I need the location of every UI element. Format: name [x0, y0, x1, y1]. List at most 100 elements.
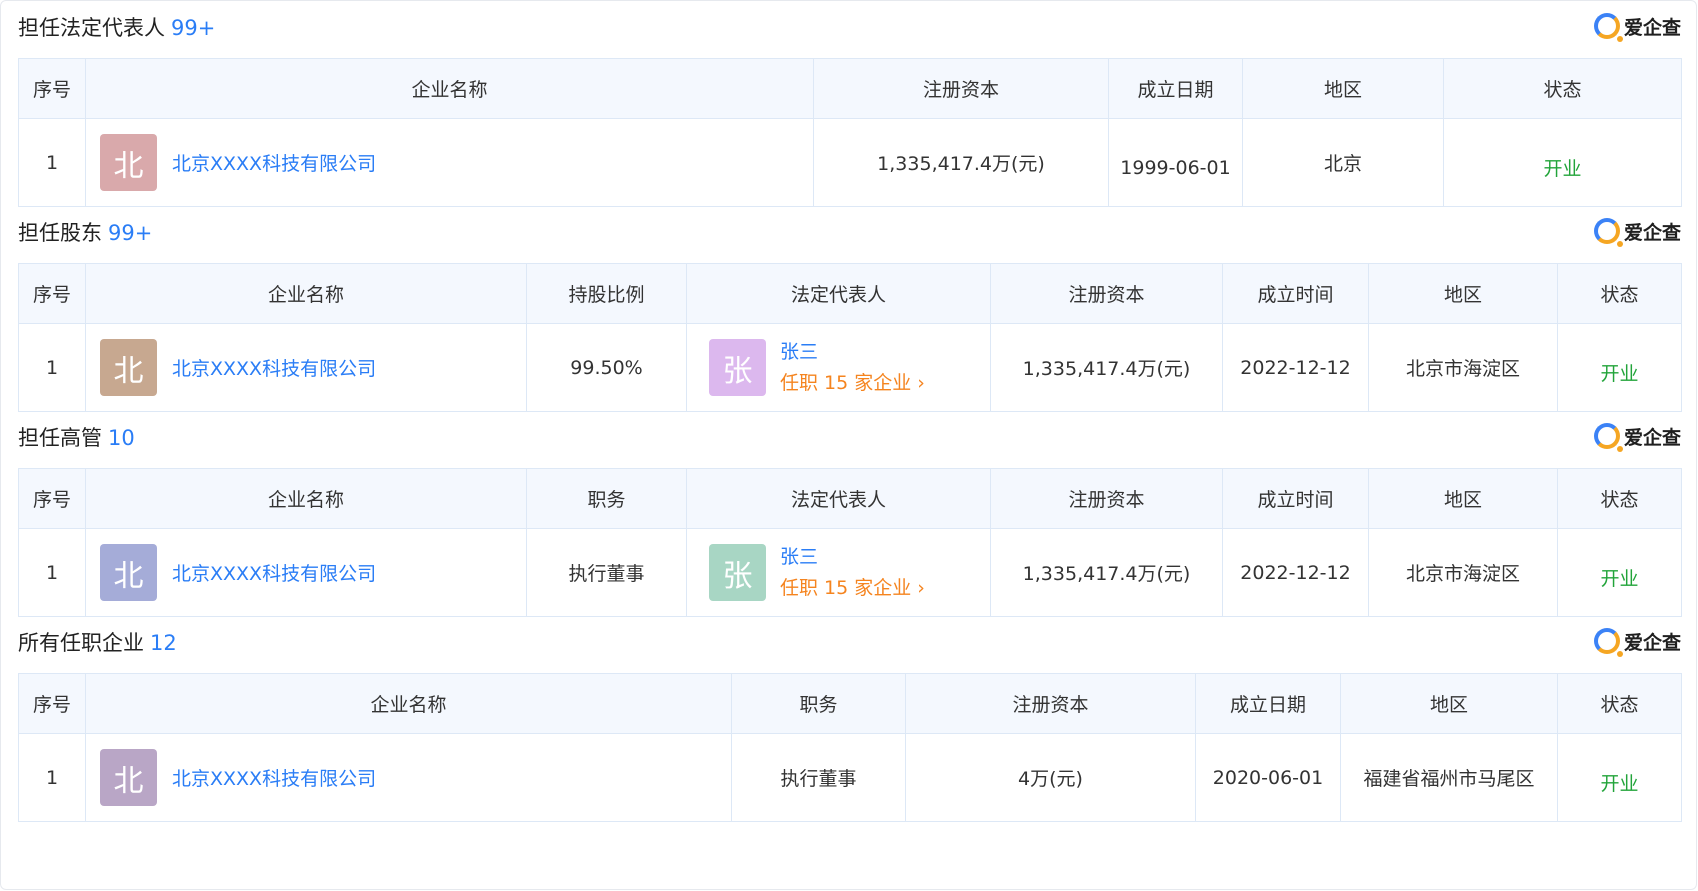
status-cell: 开业: [1443, 118, 1682, 207]
table-header-row: 序号 企业名称 持股比例 法定代表人 注册资本 成立时间 地区 状态: [18, 263, 1682, 324]
col-capital: 注册资本: [813, 58, 1109, 119]
section-title: 担任高管 10: [18, 422, 135, 452]
col-index: 序号: [18, 263, 86, 324]
section-all-positions: 所有任职企业 12 爱企查 序号 企业名称 职务 注册资本 成立日期 地区 状态 …: [18, 615, 1682, 822]
company-avatar[interactable]: 北: [100, 339, 157, 396]
person-avatar[interactable]: 张: [709, 339, 766, 396]
col-date: 成立时间: [1222, 468, 1369, 529]
capital-cell: 1,335,417.4万(元): [990, 528, 1223, 617]
company-cell: 北 北京XXXX科技有限公司: [85, 323, 527, 412]
aiqicha-logo-icon: [1593, 13, 1623, 42]
status-cell: 开业: [1557, 733, 1682, 822]
company-avatar[interactable]: 北: [100, 749, 157, 806]
row-index: 1: [18, 323, 86, 412]
person-jobs-link[interactable]: 任职 15 家企业 ›: [780, 368, 925, 399]
section-count: 99+: [171, 16, 216, 40]
person-avatar[interactable]: 张: [709, 544, 766, 601]
col-status: 状态: [1443, 58, 1682, 119]
section-header: 担任高管 10 爱企查: [18, 410, 1681, 468]
person-jobs-link[interactable]: 任职 15 家企业 ›: [780, 573, 925, 604]
section-title: 所有任职企业 12: [18, 627, 177, 657]
section-title-text: 担任法定代表人: [18, 16, 165, 40]
capital-cell: 4万(元): [905, 733, 1196, 822]
table-row: 1 北 北京XXXX科技有限公司 执行董事 张 张三 任职 15 家企业 › 1…: [18, 528, 1682, 617]
table-header-row: 序号 企业名称 注册资本 成立日期 地区 状态: [18, 58, 1682, 119]
status-badge: 开业: [1543, 158, 1582, 180]
brand-logo[interactable]: 爱企查: [1593, 627, 1681, 657]
person-name-link[interactable]: 张三: [780, 337, 925, 368]
capital-cell: 1,335,417.4万(元): [990, 323, 1223, 412]
col-company: 企业名称: [85, 673, 732, 734]
ratio-cell: 99.50%: [526, 323, 687, 412]
section-count: 12: [150, 631, 177, 655]
brand-name: 爱企查: [1623, 16, 1681, 39]
row-index: 1: [18, 733, 86, 822]
company-avatar[interactable]: 北: [100, 134, 157, 191]
section-header: 担任股东 99+ 爱企查: [18, 205, 1681, 263]
shareholder-table: 序号 企业名称 持股比例 法定代表人 注册资本 成立时间 地区 状态 1 北 北…: [18, 263, 1682, 412]
company-link[interactable]: 北京XXXX科技有限公司: [172, 354, 376, 381]
col-company: 企业名称: [85, 263, 527, 324]
company-cell: 北 北京XXXX科技有限公司: [85, 118, 814, 207]
company-link[interactable]: 北京XXXX科技有限公司: [172, 559, 376, 586]
status-badge: 开业: [1600, 568, 1639, 590]
legal-rep-cell: 张 张三 任职 15 家企业 ›: [686, 323, 991, 412]
col-status: 状态: [1557, 468, 1682, 529]
status-cell: 开业: [1557, 323, 1682, 412]
col-capital: 注册资本: [990, 468, 1223, 529]
brand-logo[interactable]: 爱企查: [1593, 422, 1681, 452]
aiqicha-logo-icon: [1593, 423, 1623, 452]
date-cell: 2020-06-01: [1195, 733, 1341, 822]
col-ratio: 持股比例: [526, 263, 687, 324]
col-date: 成立日期: [1195, 673, 1341, 734]
col-capital: 注册资本: [990, 263, 1223, 324]
table-header-row: 序号 企业名称 职务 法定代表人 注册资本 成立时间 地区 状态: [18, 468, 1682, 529]
region-cell: 北京市海淀区: [1368, 528, 1558, 617]
company-link[interactable]: 北京XXXX科技有限公司: [172, 149, 376, 176]
executive-table: 序号 企业名称 职务 法定代表人 注册资本 成立时间 地区 状态 1 北 北京X…: [18, 468, 1682, 617]
col-region: 地区: [1242, 58, 1444, 119]
col-index: 序号: [18, 673, 86, 734]
col-position: 职务: [526, 468, 687, 529]
company-link[interactable]: 北京XXXX科技有限公司: [172, 764, 376, 791]
capital-cell: 1,335,417.4万(元): [813, 118, 1109, 207]
col-date: 成立日期: [1108, 58, 1243, 119]
all-positions-table: 序号 企业名称 职务 注册资本 成立日期 地区 状态 1 北 北京XXXX科技有…: [18, 673, 1682, 822]
section-count: 99+: [108, 221, 153, 245]
table-row: 1 北 北京XXXX科技有限公司 执行董事 4万(元) 2020-06-01 福…: [18, 733, 1682, 822]
status-cell: 开业: [1557, 528, 1682, 617]
company-avatar[interactable]: 北: [100, 544, 157, 601]
col-index: 序号: [18, 58, 86, 119]
brand-logo[interactable]: 爱企查: [1593, 12, 1681, 42]
company-cell: 北 北京XXXX科技有限公司: [85, 733, 732, 822]
row-index: 1: [18, 118, 86, 207]
region-cell: 福建省福州市马尾区: [1340, 733, 1558, 822]
section-executive: 担任高管 10 爱企查 序号 企业名称 职务 法定代表人 注册资本 成立时间 地区…: [18, 410, 1682, 617]
company-cell: 北 北京XXXX科技有限公司: [85, 528, 527, 617]
col-region: 地区: [1340, 673, 1558, 734]
section-title-text: 担任股东: [18, 221, 102, 245]
legal-rep-cell: 张 张三 任职 15 家企业 ›: [686, 528, 991, 617]
legal-rep-table: 序号 企业名称 注册资本 成立日期 地区 状态 1 北 北京XXXX科技有限公司…: [18, 58, 1682, 207]
brand-logo[interactable]: 爱企查: [1593, 217, 1681, 247]
position-cell: 执行董事: [526, 528, 687, 617]
table-row: 1 北 北京XXXX科技有限公司 1,335,417.4万(元) 1999-06…: [18, 118, 1682, 207]
col-status: 状态: [1557, 263, 1682, 324]
aiqicha-logo-icon: [1593, 628, 1623, 657]
section-title-text: 担任高管: [18, 426, 102, 450]
col-capital: 注册资本: [905, 673, 1196, 734]
table-header-row: 序号 企业名称 职务 注册资本 成立日期 地区 状态: [18, 673, 1682, 734]
section-header: 所有任职企业 12 爱企查: [18, 615, 1681, 673]
col-company: 企业名称: [85, 468, 527, 529]
col-position: 职务: [731, 673, 906, 734]
col-region: 地区: [1368, 263, 1558, 324]
section-title: 担任股东 99+: [18, 217, 152, 247]
person-name-link[interactable]: 张三: [780, 542, 925, 573]
section-shareholder: 担任股东 99+ 爱企查 序号 企业名称 持股比例 法定代表人 注册资本 成立时间…: [18, 205, 1682, 412]
section-header: 担任法定代表人 99+ 爱企查: [18, 0, 1681, 58]
col-date: 成立时间: [1222, 263, 1369, 324]
section-title-text: 所有任职企业: [18, 631, 144, 655]
col-status: 状态: [1557, 673, 1682, 734]
table-row: 1 北 北京XXXX科技有限公司 99.50% 张 张三 任职 15 家企业 ›…: [18, 323, 1682, 412]
brand-name: 爱企查: [1623, 631, 1681, 654]
